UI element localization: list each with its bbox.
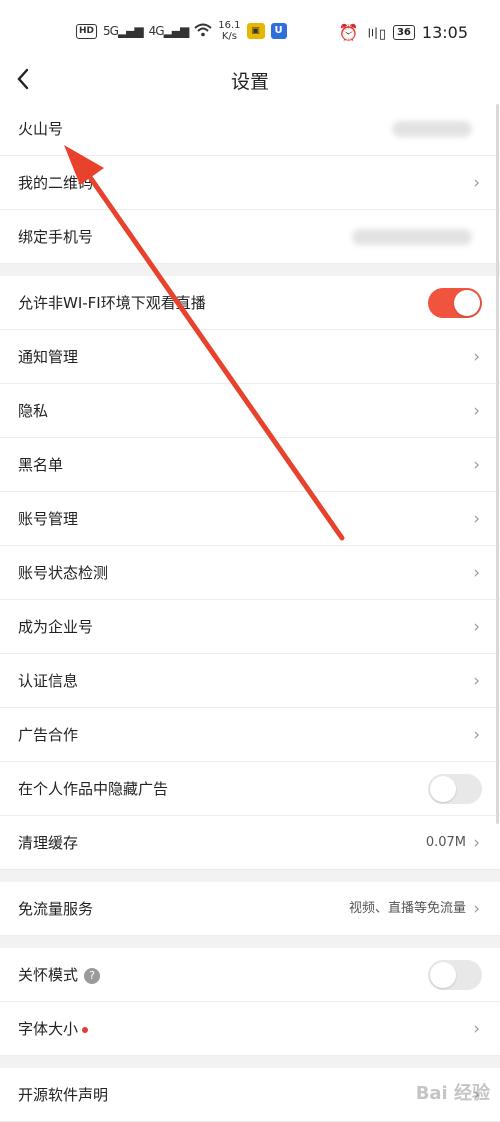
toggle-knob: [430, 776, 456, 802]
care-mode-toggle[interactable]: [428, 960, 482, 990]
chevron-right-icon: ›: [473, 455, 480, 475]
clock: 13:05: [421, 22, 468, 42]
app-notification-icon-2: U: [270, 23, 287, 39]
status-left: HD 5G▂▄▆ 4G▂▄▆ 16.1 K/s ▣ U: [76, 18, 287, 44]
app-notification-icon: ▣: [246, 23, 265, 39]
setting-account-mgmt[interactable]: 账号管理 ›: [0, 492, 500, 546]
setting-enterprise[interactable]: 成为企业号 ›: [0, 600, 500, 654]
setting-label: 账号管理: [18, 510, 79, 528]
setting-bind-phone[interactable]: 绑定手机号: [0, 210, 500, 264]
setting-label: 黑名单: [18, 456, 64, 474]
setting-blacklist[interactable]: 黑名单 ›: [0, 438, 500, 492]
chevron-right-icon: ›: [473, 617, 480, 637]
setting-certification[interactable]: 认证信息 ›: [0, 654, 500, 708]
setting-privacy[interactable]: 隐私 ›: [0, 384, 500, 438]
non-wifi-toggle[interactable]: [428, 288, 482, 318]
setting-ad-coop[interactable]: 广告合作 ›: [0, 708, 500, 762]
chevron-right-icon: ›: [473, 899, 480, 919]
setting-label: 关怀模式?: [18, 948, 101, 1002]
hide-ads-toggle[interactable]: [428, 774, 482, 804]
setting-allow-non-wifi: 允许非WI-FI环境下观看直播: [0, 276, 500, 330]
setting-label: 清理缓存: [18, 834, 79, 852]
setting-label: 字体大小: [18, 1002, 89, 1056]
setting-label: 广告合作: [18, 726, 79, 744]
setting-label: 隐私: [18, 402, 49, 420]
chevron-right-icon: ›: [473, 563, 480, 583]
settings-list: 火山号 我的二维码 › 绑定手机号 允许非WI-FI环境下观看直播 通知管理 ›…: [0, 102, 500, 1122]
setting-label: 在个人作品中隐藏广告: [18, 780, 169, 798]
redacted-value: [392, 121, 472, 137]
setting-label: 免流量服务: [18, 900, 94, 918]
battery-icon: 36: [392, 24, 415, 40]
sim1-signal: 5G▂▄▆: [103, 24, 144, 38]
question-circle-icon[interactable]: ?: [84, 967, 101, 984]
setting-free-data[interactable]: 免流量服务 视频、直播等免流量 ›: [0, 882, 500, 936]
section-gap: [0, 936, 500, 948]
navigation-bar: 设置: [0, 62, 500, 102]
chevron-right-icon: ›: [473, 401, 480, 421]
setting-notifications[interactable]: 通知管理 ›: [0, 330, 500, 384]
chevron-right-icon: ›: [473, 173, 480, 193]
setting-care-mode: 关怀模式?: [0, 948, 500, 1002]
status-right: ⏰ 〣▯ 36 13:05: [339, 20, 468, 44]
chevron-right-icon: ›: [473, 347, 480, 367]
chevron-right-icon: ›: [473, 509, 480, 529]
sim2-signal: 4G▂▄▆: [148, 24, 190, 38]
chevron-right-icon: ›: [473, 671, 480, 691]
chevron-right-icon: ›: [473, 1019, 480, 1039]
toggle-knob: [430, 962, 456, 988]
setting-hide-ads: 在个人作品中隐藏广告: [0, 762, 500, 816]
cache-size: 0.07M: [425, 835, 466, 850]
setting-account-check[interactable]: 账号状态检测 ›: [0, 546, 500, 600]
setting-font-size[interactable]: 字体大小 ›: [0, 1002, 500, 1056]
status-bar: HD 5G▂▄▆ 4G▂▄▆ 16.1 K/s ▣ U ⏰ 〣▯ 36 13:05: [0, 0, 500, 62]
vibrate-icon: 〣▯: [365, 26, 386, 42]
setting-label: 允许非WI-FI环境下观看直播: [18, 294, 206, 312]
redacted-value: [352, 229, 472, 245]
setting-label: 账号状态检测: [18, 564, 109, 582]
section-gap: [0, 870, 500, 882]
setting-label: 通知管理: [18, 348, 79, 366]
network-speed: 16.1 K/s: [218, 20, 241, 42]
scrollbar[interactable]: [496, 104, 499, 824]
chevron-right-icon: ›: [473, 833, 480, 853]
section-gap: [0, 264, 500, 276]
watermark: Bai 经验: [415, 1083, 490, 1104]
setting-clear-cache[interactable]: 清理缓存 0.07M ›: [0, 816, 500, 870]
setting-label: 开源软件声明: [18, 1086, 109, 1104]
setting-huoshan-id[interactable]: 火山号: [0, 102, 500, 156]
free-data-description: 视频、直播等免流量: [348, 901, 466, 916]
hd-badge: HD: [76, 23, 98, 39]
toggle-knob: [454, 290, 480, 316]
setting-label: 火山号: [18, 120, 64, 138]
setting-qr-code[interactable]: 我的二维码 ›: [0, 156, 500, 210]
section-gap: [0, 1056, 500, 1068]
alarm-icon: ⏰: [338, 22, 359, 42]
setting-label: 我的二维码: [18, 174, 94, 192]
setting-label: 绑定手机号: [18, 228, 94, 246]
page-title: 设置: [230, 71, 269, 93]
setting-label: 认证信息: [18, 672, 79, 690]
new-badge-dot: [82, 1026, 89, 1033]
wifi-icon: [194, 23, 212, 40]
chevron-right-icon: ›: [473, 725, 480, 745]
setting-label: 成为企业号: [18, 618, 94, 636]
